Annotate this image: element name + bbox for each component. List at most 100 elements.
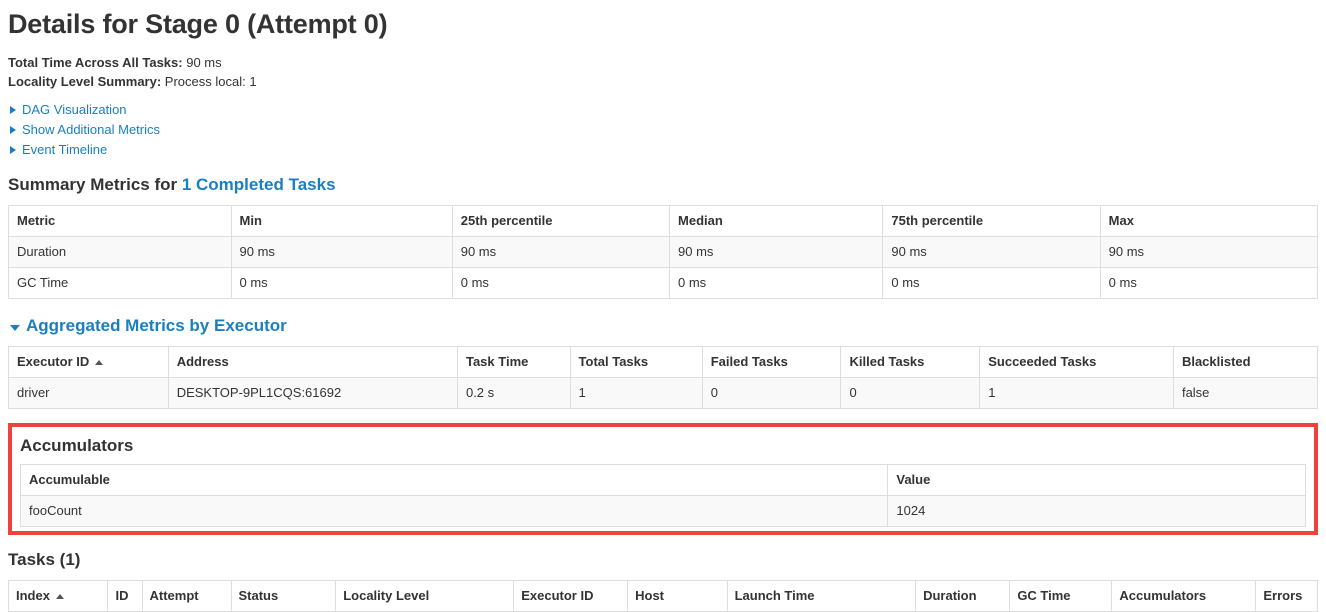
tasks-table-wrapper: Index ID Attempt Status Locality Level E… [7, 580, 1318, 612]
toggle-show-additional-metrics[interactable]: Show Additional Metrics [8, 120, 1318, 140]
column-header-launch-time[interactable]: Launch Time [726, 580, 917, 612]
column-header-task-executor-id[interactable]: Executor ID [513, 580, 629, 612]
cell-address: DESKTOP-9PL1CQS:61692 [167, 377, 458, 409]
completed-tasks-link[interactable]: 1 Completed Tasks [182, 175, 336, 194]
stage-details-page: Details for Stage 0 (Attempt 0) Total Ti… [0, 8, 1326, 612]
caret-right-icon [10, 126, 16, 134]
column-header-75th-percentile[interactable]: 75th percentile [882, 205, 1101, 237]
column-header-address[interactable]: Address [167, 346, 458, 378]
cell-task-time: 0.2 s [456, 377, 571, 409]
column-header-succeeded-tasks[interactable]: Succeeded Tasks [979, 346, 1174, 378]
column-header-status[interactable]: Status [230, 580, 337, 612]
cell-metric: Duration [8, 236, 232, 268]
total-time-value: 90 ms [186, 55, 222, 70]
column-header-task-accumulators[interactable]: Accumulators [1111, 580, 1257, 612]
aggregated-metrics-section: Aggregated Metrics by Executor Executor … [8, 315, 1319, 409]
dag-visualization-link[interactable]: DAG Visualization [22, 100, 127, 120]
cell-failed-tasks: 0 [701, 377, 842, 409]
table-header-row: Executor ID Address Task Time Total Task… [8, 346, 1319, 378]
table-row: fooCount 1024 [19, 495, 1306, 527]
column-header-accumulable[interactable]: Accumulable [19, 464, 889, 496]
cell-executor-id: driver [8, 377, 169, 409]
summary-metrics-table: Metric Min 25th percentile Median 75th p… [8, 205, 1319, 299]
show-additional-metrics-link[interactable]: Show Additional Metrics [22, 120, 160, 140]
tasks-table: Index ID Attempt Status Locality Level E… [7, 580, 1318, 612]
toggle-dag-visualization[interactable]: DAG Visualization [8, 100, 1318, 120]
cell-min: 0 ms [230, 267, 453, 299]
cell-total-tasks: 1 [569, 377, 703, 409]
aggregated-metrics-table: Executor ID Address Task Time Total Task… [8, 346, 1319, 409]
column-header-metric[interactable]: Metric [8, 205, 232, 237]
cell-25th: 90 ms [451, 236, 671, 268]
stage-summary-lines: Total Time Across All Tasks: 90 ms Local… [8, 53, 1318, 91]
column-header-median[interactable]: Median [669, 205, 884, 237]
aggregated-metrics-toggle-link[interactable]: Aggregated Metrics by Executor [26, 316, 287, 335]
table-row: Duration 90 ms 90 ms 90 ms 90 ms 90 ms [8, 236, 1319, 268]
aggregated-metrics-heading: Aggregated Metrics by Executor [26, 315, 287, 337]
column-header-locality-level[interactable]: Locality Level [335, 580, 515, 612]
accumulators-table-wrapper: Accumulable Value fooCount 1024 [19, 464, 1306, 527]
column-header-task-duration[interactable]: Duration [915, 580, 1011, 612]
total-time-line: Total Time Across All Tasks: 90 ms [8, 53, 1318, 72]
tasks-section: Tasks (1) Index ID Attempt Status Locali… [7, 549, 1318, 612]
sort-ascending-icon [55, 594, 64, 599]
summary-metrics-section: Summary Metrics for 1 Completed Tasks Me… [8, 174, 1319, 299]
cell-value: 1024 [887, 495, 1306, 527]
accumulators-table: Accumulable Value fooCount 1024 [19, 464, 1306, 527]
caret-right-icon [10, 146, 16, 154]
column-header-executor-id-label: Executor ID [17, 354, 90, 369]
table-header-row: Index ID Attempt Status Locality Level E… [7, 580, 1318, 612]
aggregated-metrics-heading-row[interactable]: Aggregated Metrics by Executor [8, 315, 1318, 337]
cell-killed-tasks: 0 [840, 377, 981, 409]
tasks-heading: Tasks (1) [8, 550, 81, 569]
column-header-task-time[interactable]: Task Time [456, 346, 571, 378]
table-row: GC Time 0 ms 0 ms 0 ms 0 ms 0 ms [8, 267, 1319, 299]
table-header-row: Accumulable Value [19, 464, 1306, 496]
column-header-index-label: Index [16, 588, 50, 603]
cell-median: 0 ms [669, 267, 884, 299]
column-header-max[interactable]: Max [1099, 205, 1319, 237]
aggregated-metrics-table-wrapper: Executor ID Address Task Time Total Task… [8, 346, 1319, 409]
column-header-attempt[interactable]: Attempt [141, 580, 232, 612]
cell-25th: 0 ms [451, 267, 671, 299]
column-header-errors[interactable]: Errors [1255, 580, 1318, 612]
column-header-killed-tasks[interactable]: Killed Tasks [840, 346, 981, 378]
toggle-event-timeline[interactable]: Event Timeline [8, 140, 1318, 160]
column-header-host[interactable]: Host [627, 580, 728, 612]
column-header-total-tasks[interactable]: Total Tasks [569, 346, 703, 378]
cell-min: 90 ms [230, 236, 453, 268]
accumulators-section-highlight: Accumulators Accumulable Value fooCount … [8, 423, 1318, 535]
cell-blacklisted: false [1172, 377, 1319, 409]
cell-accumulable: fooCount [19, 495, 889, 527]
accumulators-heading: Accumulators [20, 436, 134, 455]
caret-down-icon [10, 325, 20, 331]
cell-metric: GC Time [8, 267, 232, 299]
table-row: driver DESKTOP-9PL1CQS:61692 0.2 s 1 0 0… [8, 377, 1319, 409]
summary-metrics-heading-prefix: Summary Metrics for [8, 175, 182, 194]
table-header-row: Metric Min 25th percentile Median 75th p… [8, 205, 1319, 237]
summary-metrics-table-wrapper: Metric Min 25th percentile Median 75th p… [8, 205, 1319, 299]
column-header-gc-time[interactable]: GC Time [1009, 580, 1113, 612]
page-title: Details for Stage 0 (Attempt 0) [8, 9, 388, 39]
cell-median: 90 ms [669, 236, 884, 268]
column-header-25th-percentile[interactable]: 25th percentile [451, 205, 671, 237]
event-timeline-link[interactable]: Event Timeline [22, 140, 107, 160]
column-header-failed-tasks[interactable]: Failed Tasks [701, 346, 842, 378]
column-header-executor-id[interactable]: Executor ID [8, 346, 169, 378]
cell-75th: 0 ms [882, 267, 1101, 299]
column-header-id[interactable]: ID [107, 580, 143, 612]
cell-75th: 90 ms [882, 236, 1101, 268]
column-header-min[interactable]: Min [230, 205, 453, 237]
sort-ascending-icon [95, 360, 104, 365]
column-header-blacklisted[interactable]: Blacklisted [1172, 346, 1319, 378]
cell-succeeded-tasks: 1 [979, 377, 1174, 409]
locality-summary-label: Locality Level Summary: [8, 74, 162, 89]
caret-right-icon [10, 106, 16, 114]
toggle-links: DAG Visualization Show Additional Metric… [8, 100, 1318, 160]
locality-summary-value: Process local: 1 [164, 74, 257, 89]
total-time-label: Total Time Across All Tasks: [8, 55, 183, 70]
summary-metrics-heading: Summary Metrics for 1 Completed Tasks [8, 174, 1318, 196]
cell-max: 0 ms [1099, 267, 1319, 299]
column-header-index[interactable]: Index [7, 580, 109, 612]
column-header-value[interactable]: Value [887, 464, 1306, 496]
